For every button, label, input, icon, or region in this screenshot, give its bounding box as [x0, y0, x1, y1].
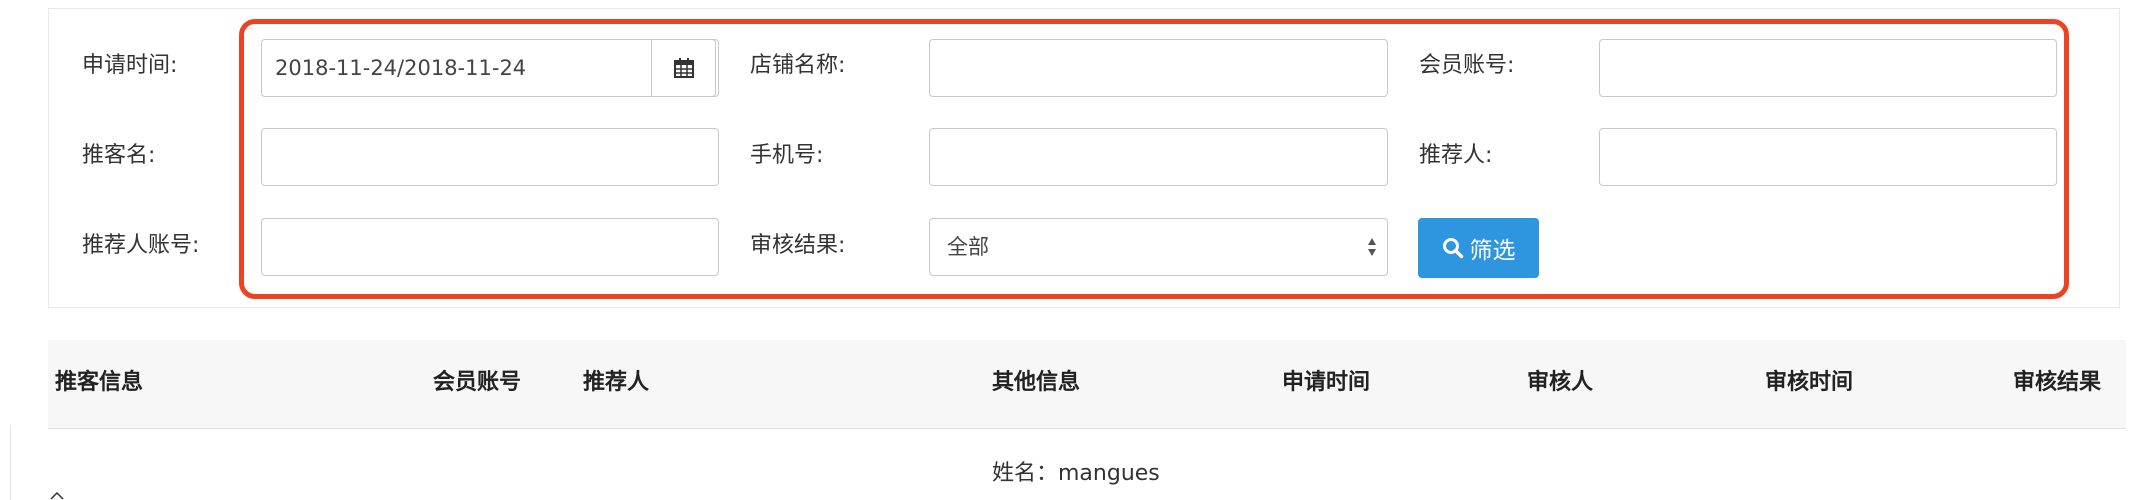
review-result-select[interactable]: 全部 — [929, 218, 1388, 276]
table-header: 推客信息 会员账号 推荐人 其他信息 申请时间 审核人 审核时间 审核结果 — [48, 340, 2126, 429]
column-header-referrer: 推荐人 — [583, 370, 650, 395]
member-account-input[interactable] — [1599, 39, 2057, 97]
store-name-label: 店铺名称: — [750, 53, 846, 78]
column-header-review-time: 审核时间 — [1765, 370, 1854, 395]
search-icon — [1442, 238, 1463, 259]
store-name-input[interactable] — [929, 39, 1388, 97]
filter-button[interactable]: 筛选 — [1418, 218, 1539, 278]
review-result-selected: 全部 — [947, 235, 989, 259]
column-header-member-account: 会员账号 — [433, 370, 522, 395]
left-edge-divider — [0, 425, 11, 500]
calendar-icon — [673, 58, 694, 78]
referrer-account-input[interactable] — [261, 218, 719, 276]
member-account-label: 会员账号: — [1419, 53, 1515, 78]
apply-time-label: 申请时间: — [82, 53, 178, 78]
chevron-up-icon — [50, 492, 64, 500]
column-header-promoter-info: 推客信息 — [55, 370, 144, 395]
review-result-label: 审核结果: — [750, 233, 846, 258]
row-other-info-name: 姓名：mangues — [992, 461, 1160, 486]
referrer-account-label: 推荐人账号: — [82, 233, 200, 258]
promoter-name-label: 推客名: — [82, 143, 156, 168]
calendar-button[interactable] — [651, 39, 716, 97]
column-header-other-info: 其他信息 — [992, 370, 1081, 395]
column-header-review-result: 审核结果 — [2013, 370, 2102, 395]
referrer-input[interactable] — [1599, 128, 2057, 186]
select-arrow-icon — [1368, 238, 1376, 256]
referrer-label: 推荐人: — [1419, 143, 1493, 168]
column-header-reviewer: 审核人 — [1527, 370, 1594, 395]
promoter-name-input[interactable] — [261, 128, 719, 186]
filter-button-label: 筛选 — [1469, 238, 1516, 264]
phone-label: 手机号: — [750, 143, 824, 168]
column-header-apply-time: 申请时间 — [1282, 370, 1371, 395]
phone-input[interactable] — [929, 128, 1388, 186]
